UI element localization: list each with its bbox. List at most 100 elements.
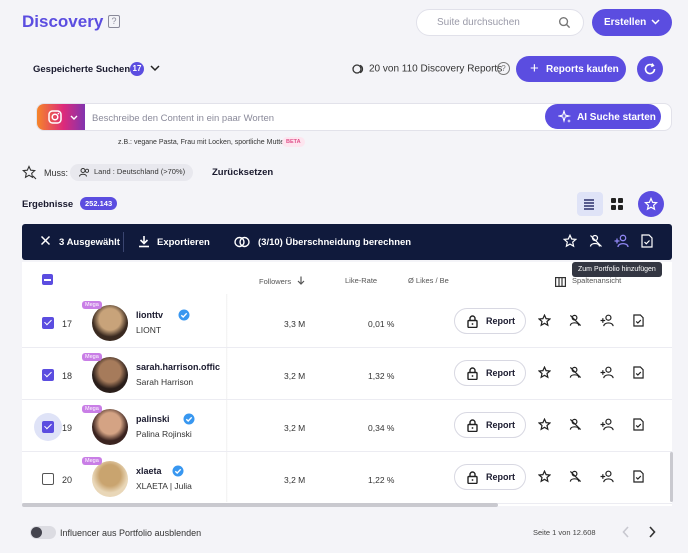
- report-button[interactable]: Report: [454, 308, 526, 334]
- download-icon[interactable]: [138, 235, 150, 248]
- document-icon[interactable]: [633, 366, 644, 379]
- star-filter-icon[interactable]: [22, 165, 37, 180]
- help-icon[interactable]: ?: [108, 15, 120, 28]
- add-user-icon[interactable]: [600, 366, 615, 379]
- verified-icon: [178, 309, 190, 321]
- likerate-value: 1,22 %: [368, 475, 395, 485]
- search-icon: [558, 16, 571, 29]
- star-icon[interactable]: [538, 314, 551, 327]
- ai-search-example: z.B.: vegane Pasta, Frau mit Locken, spo…: [118, 139, 287, 146]
- influencer-name: XLAETA | Julia: [136, 481, 192, 491]
- row-checkbox[interactable]: [42, 421, 54, 433]
- search-input[interactable]: Suite durchsuchen: [416, 9, 584, 36]
- influencer-handle[interactable]: palinski: [136, 414, 170, 424]
- tier-badge: Mega: [82, 405, 102, 413]
- row-number: 17: [62, 319, 73, 329]
- document-icon[interactable]: [633, 470, 644, 483]
- buy-reports-label: Reports kaufen: [546, 64, 619, 75]
- close-icon[interactable]: [40, 235, 51, 246]
- reports-text: 20 von 110 Discovery Reports: [369, 63, 503, 75]
- chevron-down-icon: [70, 115, 78, 120]
- hide-user-icon[interactable]: [569, 366, 582, 379]
- header-likerate[interactable]: Like-Rate: [345, 276, 377, 285]
- header-column-view[interactable]: Spaltenansicht: [572, 276, 621, 285]
- star-icon[interactable]: [538, 366, 551, 379]
- horizontal-scrollbar[interactable]: [22, 503, 498, 507]
- info-icon[interactable]: ?: [497, 62, 510, 75]
- divider: [123, 232, 124, 252]
- avatar[interactable]: [92, 305, 128, 341]
- report-button[interactable]: Report: [454, 360, 526, 386]
- followers-value: 3,2 M: [284, 423, 306, 433]
- buy-reports-button[interactable]: + Reports kaufen: [516, 56, 626, 82]
- lock-icon: [467, 419, 478, 432]
- report-button[interactable]: Report: [454, 412, 526, 438]
- create-button[interactable]: Erstellen: [592, 9, 672, 36]
- lock-icon: [467, 367, 478, 380]
- avatar[interactable]: [92, 357, 128, 393]
- add-user-icon[interactable]: [600, 418, 615, 431]
- platform-select-instagram[interactable]: [37, 104, 85, 130]
- report-button[interactable]: Report: [454, 464, 526, 490]
- chevron-down-icon[interactable]: [150, 64, 160, 72]
- table-row[interactable]: 18 Mega sarah.harrison.offic Sarah Harrison…: [22, 348, 672, 400]
- overlap-button[interactable]: (3/10) Überschneidung berechnen: [258, 237, 411, 248]
- row-checkbox[interactable]: [42, 473, 54, 485]
- add-user-icon[interactable]: [600, 314, 615, 327]
- filter-chip-country[interactable]: Land : Deutschland (>70%): [70, 164, 194, 181]
- overlap-icon: [234, 236, 250, 248]
- add-user-icon[interactable]: [614, 234, 630, 248]
- create-label: Erstellen: [604, 17, 647, 28]
- results-count-badge: 252.143: [80, 197, 118, 210]
- star-icon[interactable]: [538, 418, 551, 431]
- hide-user-icon[interactable]: [589, 234, 603, 248]
- document-icon[interactable]: [641, 234, 653, 248]
- hide-user-icon[interactable]: [569, 314, 582, 327]
- influencer-handle[interactable]: lionttv: [136, 310, 163, 320]
- list-icon: [584, 199, 594, 210]
- avatar[interactable]: [92, 461, 128, 497]
- header-followers[interactable]: Followers: [259, 276, 305, 286]
- ai-search-button[interactable]: AI Suche starten: [545, 104, 661, 129]
- followers-value: 3,2 M: [284, 475, 306, 485]
- influencer-name: LIONT: [136, 325, 162, 335]
- add-user-icon[interactable]: [600, 470, 615, 483]
- chevron-right-icon[interactable]: [648, 526, 656, 538]
- table-row[interactable]: 20 Mega xlaeta XLAETA | Julia 3,2 M 1,22 % Rep…: [22, 452, 672, 504]
- lock-icon: [467, 315, 478, 328]
- row-checkbox[interactable]: [42, 317, 54, 329]
- document-icon[interactable]: [633, 418, 644, 431]
- star-icon[interactable]: [563, 234, 577, 248]
- hide-portfolio-toggle[interactable]: [30, 526, 56, 539]
- table-row[interactable]: 19 Mega palinski Palina Rojinski 3,2 M 0,34 %…: [22, 400, 672, 452]
- avatar[interactable]: [92, 409, 128, 445]
- sparkle-star-icon: [644, 197, 658, 211]
- saved-searches-label[interactable]: Gespeicherte Suchen: [33, 64, 130, 75]
- chevron-left-icon[interactable]: [622, 526, 630, 538]
- vertical-scrollbar[interactable]: [670, 452, 673, 502]
- reset-filters-button[interactable]: Zurücksetzen: [212, 167, 273, 178]
- table-row[interactable]: 17 Mega lionttv LIONT 3,3 M 0,01 % Report: [22, 296, 672, 348]
- row-checkbox[interactable]: [42, 369, 54, 381]
- search-placeholder: Suite durchsuchen: [437, 17, 520, 28]
- refresh-button[interactable]: [637, 56, 663, 82]
- reports-icon: [352, 64, 364, 74]
- hide-user-icon[interactable]: [569, 418, 582, 431]
- select-all-checkbox[interactable]: [42, 274, 53, 285]
- export-button[interactable]: Exportieren: [157, 237, 210, 248]
- grid-view-button[interactable]: [605, 192, 629, 216]
- report-label: Report: [486, 472, 515, 482]
- report-label: Report: [486, 368, 515, 378]
- ai-search-input[interactable]: Beschreibe den Content in ein paar Worte…: [92, 113, 274, 124]
- header-avg-likes[interactable]: Ø Likes / Be: [408, 276, 449, 285]
- document-icon[interactable]: [633, 314, 644, 327]
- influencer-handle[interactable]: xlaeta: [136, 466, 162, 476]
- column-view-button[interactable]: [555, 274, 567, 292]
- star-icon[interactable]: [538, 470, 551, 483]
- app-logo[interactable]: Discovery: [22, 12, 103, 32]
- ai-star-button[interactable]: [638, 191, 664, 217]
- influencer-name: Sarah Harrison: [136, 377, 194, 387]
- influencer-handle[interactable]: sarah.harrison.offic: [136, 362, 220, 372]
- hide-user-icon[interactable]: [569, 470, 582, 483]
- list-view-button[interactable]: [577, 192, 603, 216]
